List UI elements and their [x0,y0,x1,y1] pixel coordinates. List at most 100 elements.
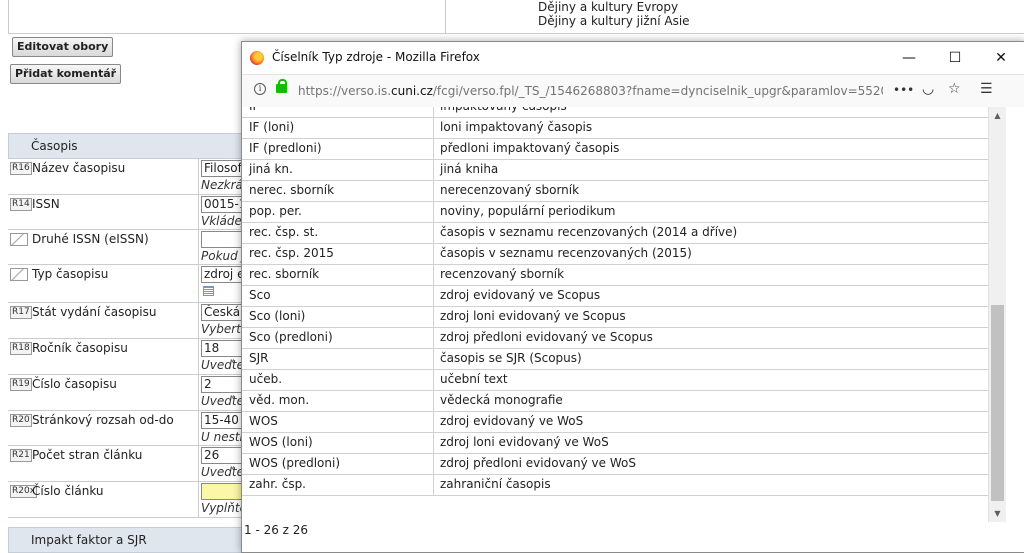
fields-list: Dějiny a kultury Evropy Dějiny a kultury… [538,0,690,28]
item-description[interactable]: loni impaktovaný časopis [440,117,592,137]
list-item[interactable]: Sco (predloni) zdroj předloni evidovaný v… [242,327,988,349]
item-code[interactable]: rec. čsp. st. [249,222,318,242]
column-divider [433,117,434,138]
rule-tag: R21 [10,449,32,462]
list-item[interactable]: zahr. čsp. zahraniční časopis [242,474,988,496]
list-item[interactable]: WOS (predloni) zdroj předloni evidovaný v… [242,453,988,475]
list-icon[interactable] [203,286,214,296]
minimize-button[interactable]: — [886,42,932,74]
column-divider [433,222,434,243]
edit-fields-button[interactable]: Editovat obory [12,37,114,57]
item-code[interactable]: věd. mon. [249,390,309,410]
item-description[interactable]: zdroj loni evidovaný ve WoS [440,432,609,452]
list-item[interactable]: rec. sborník recenzovaný sborník [242,264,988,286]
title-bar[interactable]: Číselník Typ zdroje - Mozilla Firefox — … [242,42,1024,74]
item-code[interactable]: Sco (predloni) [249,327,333,347]
rule-tag: R17 [10,306,32,319]
item-code[interactable]: Sco [249,285,271,305]
item-code[interactable]: WOS (loni) [249,432,313,452]
item-description[interactable]: vědecká monografie [440,390,563,410]
item-code[interactable]: učeb. [249,369,282,389]
column-divider [433,243,434,264]
item-description[interactable]: časopis v seznamu recenzovaných (2015) [440,243,692,263]
info-icon[interactable]: i [254,83,266,95]
list-item[interactable]: Sco zdroj evidovaný ve Scopus [242,285,988,307]
item-code[interactable]: IF (loni) [249,117,294,137]
list-item[interactable]: IF (predloni) předloni impaktovaný časopi… [242,138,988,160]
item-description[interactable]: časopis v seznamu recenzovaných (2014 a … [440,222,737,242]
list-item[interactable]: nerec. sborník nerecenzovaný sborník [242,180,988,202]
list-item[interactable]: WOS (loni) zdroj loni evidovaný ve WoS [242,432,988,454]
item-code[interactable]: nerec. sborník [249,180,334,200]
url-suffix: /fcgi/verso.fpl/_TS_/1546268803?fname=dy… [432,84,883,98]
item-description[interactable]: zahraniční časopis [440,474,551,494]
column-divider [433,264,434,285]
list-item[interactable]: věd. mon. vědecká monografie [242,390,988,412]
url-bar[interactable]: i https://verso.is.cuni.cz/fcgi/verso.fp… [242,74,1024,108]
star-icon[interactable]: ☆ [948,81,961,97]
item-description[interactable]: noviny, populární periodikum [440,201,616,221]
list-item[interactable]: učeb. učební text [242,369,988,391]
divider [198,445,199,481]
scrollbar[interactable]: ▲ ▼ [988,107,1006,522]
item-description[interactable]: zdroj evidovaný ve WoS [440,411,583,431]
column-divider [433,306,434,327]
divider [198,338,199,374]
column-divider [433,180,434,201]
item-code[interactable]: rec. čsp. 2015 [249,243,334,263]
hamburger-menu-icon[interactable]: ☰ [980,81,993,97]
item-code[interactable]: pop. per. [249,201,302,221]
rule-tag: R16 [10,162,32,175]
item-description[interactable]: nerecenzovaný sborník [440,180,579,200]
edit-icon [10,233,28,246]
item-description[interactable]: časopis se SJR (Scopus) [440,348,582,368]
item-description[interactable]: zdroj evidovaný ve Scopus [440,285,600,305]
scroll-up-icon[interactable]: ▲ [989,107,1006,124]
list-item[interactable]: pop. per. noviny, populární periodikum [242,201,988,223]
window-title: Číselník Typ zdroje - Mozilla Firefox [272,50,480,64]
item-description[interactable]: impaktovaný časopis [440,107,567,116]
field-item: Dějiny a kultury Evropy [538,0,679,14]
item-description[interactable]: zdroj předloni evidovaný ve WoS [440,453,636,473]
url-domain: cuni.cz [391,84,433,98]
item-code[interactable]: zahr. čsp. [249,474,306,494]
item-code[interactable]: WOS [249,411,278,431]
list-item[interactable]: SJR časopis se SJR (Scopus) [242,348,988,370]
list-item[interactable]: jiná kn. jiná kniha [242,159,988,181]
maximize-button[interactable]: ☐ [932,42,978,74]
item-code[interactable]: rec. sborník [249,264,319,284]
divider [198,302,199,338]
list-item[interactable]: rec. čsp. st. časopis v seznamu recenzova… [242,222,988,244]
close-button[interactable]: ✕ [978,42,1024,74]
item-description[interactable]: zdroj předloni evidovaný ve Scopus [440,327,653,347]
fields-table [8,0,1024,34]
field-label: Počet stran článku [32,448,143,462]
popup-content: IF impaktovaný časopis IF (loni) loni impak… [242,107,1024,552]
item-description[interactable]: předloni impaktovaný časopis [440,138,619,158]
item-code[interactable]: WOS (predloni) [249,453,340,473]
scroll-down-icon[interactable]: ▼ [989,505,1006,522]
divider [198,194,199,229]
list-item[interactable]: Sco (loni) zdroj loni evidovaný ve Scopus [242,306,988,328]
item-description[interactable]: recenzovaný sborník [440,264,564,284]
item-description[interactable]: zdroj loni evidovaný ve Scopus [440,306,626,326]
add-comment-button[interactable]: Přidat komentář [10,64,122,84]
list-item[interactable]: rec. čsp. 2015 časopis v seznamu recenzov… [242,243,988,265]
list-item[interactable]: WOS zdroj evidovaný ve WoS [242,411,988,433]
item-code[interactable]: SJR [249,348,269,368]
item-code[interactable]: IF [249,107,259,116]
scroll-thumb[interactable] [991,305,1004,501]
pocket-icon[interactable]: ◡ [922,81,934,97]
field-label: Číslo článku [32,484,104,498]
item-code[interactable]: IF (predloni) [249,138,322,158]
url-text[interactable]: https://verso.is.cuni.cz/fcgi/verso.fpl/… [298,84,883,98]
list-item[interactable]: IF (loni) loni impaktovaný časopis [242,117,988,139]
lock-icon[interactable] [276,79,287,93]
item-code[interactable]: jiná kn. [249,159,293,179]
more-icon[interactable]: ••• [893,83,914,97]
item-code[interactable]: Sco (loni) [249,306,305,326]
item-description[interactable]: jiná kniha [440,159,498,179]
divider [198,481,199,517]
firefox-icon [250,51,264,65]
item-description[interactable]: učební text [440,369,508,389]
